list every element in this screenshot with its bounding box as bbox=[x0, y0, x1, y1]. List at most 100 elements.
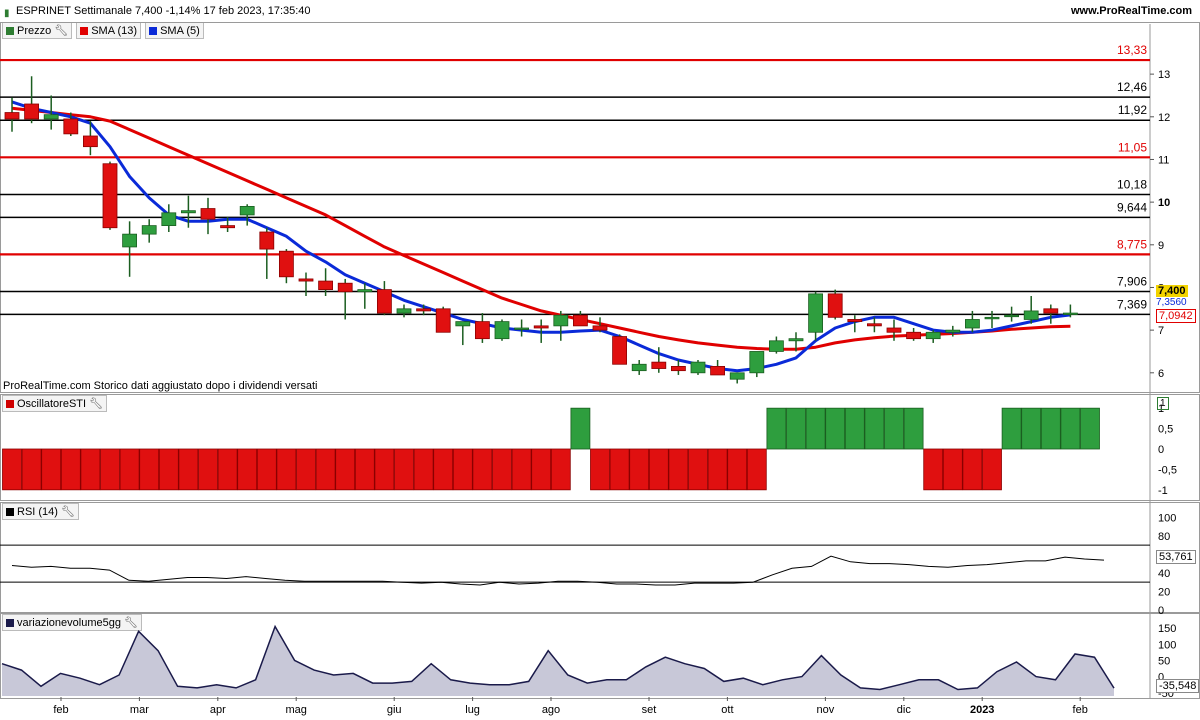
candle-body bbox=[710, 365, 725, 376]
sti-bar bbox=[335, 448, 356, 491]
candle-body bbox=[788, 338, 804, 342]
sti-bar bbox=[492, 448, 512, 491]
sti-bar bbox=[903, 407, 924, 450]
rsi-path bbox=[11, 555, 1105, 586]
sti-bar bbox=[21, 448, 42, 491]
rsi-value-tag: 53,761 bbox=[1156, 550, 1196, 564]
candle-body bbox=[1043, 308, 1059, 314]
x-tick-label: apr bbox=[210, 704, 226, 716]
candle-body bbox=[435, 308, 451, 333]
sti-bar bbox=[237, 448, 258, 491]
candle-body bbox=[749, 351, 765, 374]
candle-body bbox=[122, 233, 137, 248]
sti-bar bbox=[844, 407, 865, 450]
horizontal-levels: 13,33 12,46 11,92 11,05 10,18 9,644 8,775 7,906… bbox=[0, 43, 1150, 316]
level-label: 11,05 bbox=[1118, 140, 1147, 154]
candle-body bbox=[729, 372, 745, 380]
volume-area bbox=[1, 624, 1115, 696]
sti-bar bbox=[1001, 407, 1022, 450]
candle-body bbox=[847, 319, 863, 323]
sti-bar bbox=[982, 448, 1002, 491]
candle-body bbox=[474, 321, 490, 340]
sti-bar bbox=[707, 448, 728, 491]
sti-bar bbox=[296, 448, 316, 491]
candle-body bbox=[906, 331, 921, 340]
sti-bar bbox=[315, 448, 336, 491]
candle-body bbox=[259, 231, 275, 250]
price-tick-label: 11 bbox=[1158, 154, 1169, 166]
volume-tick-label: 150 bbox=[1158, 623, 1176, 635]
sti-bar bbox=[727, 448, 748, 491]
candle-body bbox=[494, 321, 510, 340]
candle-body bbox=[651, 361, 667, 369]
panel-frame bbox=[0, 502, 1200, 613]
sti-bar bbox=[825, 407, 846, 450]
sti-tick-label: 0,5 bbox=[1158, 424, 1173, 436]
time-axis: feb mar apr mag giu lug ago set ott nov dic 2023 feb bbox=[53, 697, 1088, 716]
sti-bar bbox=[256, 448, 277, 491]
rsi-tick-label: 80 bbox=[1158, 531, 1170, 543]
sti-bar bbox=[60, 448, 81, 491]
chart-canvas[interactable]: 13,33 12,46 11,92 11,05 10,18 9,644 8,775 7,906… bbox=[0, 0, 1200, 720]
rsi-tick-label: 100 bbox=[1158, 512, 1176, 524]
price-tick-label: 10 bbox=[1158, 197, 1170, 209]
price-axis: 678910111213 bbox=[1150, 69, 1170, 380]
x-tick-label: set bbox=[642, 704, 657, 716]
candle-body bbox=[925, 331, 941, 340]
candle-body bbox=[318, 280, 334, 291]
candle-body bbox=[886, 327, 902, 333]
candle-body bbox=[161, 212, 177, 227]
candle-body bbox=[63, 118, 79, 135]
candle-body bbox=[200, 208, 216, 220]
x-tick-label: nov bbox=[817, 704, 835, 716]
rsi-tick-label: 0 bbox=[1158, 605, 1164, 617]
sti-bar bbox=[1080, 407, 1100, 450]
sti-bar bbox=[217, 448, 238, 491]
sti-bar bbox=[119, 448, 140, 491]
candle-body bbox=[827, 293, 843, 318]
x-tick-label: mar bbox=[130, 704, 149, 716]
sti-tick-label: -1 bbox=[1158, 485, 1168, 497]
candle-body bbox=[180, 210, 196, 214]
rsi-line bbox=[0, 544, 1150, 586]
sti-bar bbox=[786, 407, 806, 450]
sti-bar bbox=[276, 448, 297, 491]
candle-body bbox=[867, 323, 882, 327]
price-tick-label: 13 bbox=[1158, 69, 1170, 81]
candle-body bbox=[1004, 314, 1019, 318]
rsi-tick-label: 20 bbox=[1158, 586, 1170, 598]
sti-bar bbox=[100, 448, 120, 491]
level-label: 12,46 bbox=[1117, 80, 1147, 94]
sti-bar bbox=[41, 448, 62, 491]
price-tick-label: 6 bbox=[1158, 368, 1164, 380]
candle-body bbox=[455, 321, 471, 327]
sti-bar bbox=[570, 407, 591, 450]
candle-body bbox=[769, 340, 784, 352]
sti-bar bbox=[746, 448, 767, 491]
sti-bar bbox=[609, 448, 630, 491]
x-tick-label: ott bbox=[721, 704, 733, 716]
sti-bars bbox=[2, 407, 1100, 491]
candle-body bbox=[278, 250, 294, 278]
sti-bar bbox=[139, 448, 160, 491]
candle-body bbox=[24, 103, 40, 120]
volume-tick-label: 100 bbox=[1158, 639, 1176, 651]
candle-body bbox=[43, 114, 59, 120]
candle-body bbox=[631, 363, 647, 372]
volume-area-fill bbox=[2, 626, 1114, 696]
sma5-value-tag: 7,3560 bbox=[1156, 297, 1187, 308]
x-tick-label: ago bbox=[542, 704, 560, 716]
sti-bar bbox=[531, 448, 552, 491]
sti-bar bbox=[354, 448, 375, 491]
candle-body bbox=[965, 319, 980, 329]
sti-bar bbox=[2, 448, 22, 491]
sti-bar bbox=[1021, 407, 1042, 450]
level-label: 13,33 bbox=[1117, 43, 1147, 57]
sti-bar bbox=[198, 448, 218, 491]
candle-body bbox=[102, 163, 118, 229]
candle-body bbox=[671, 365, 686, 372]
x-tick-label: mag bbox=[285, 704, 306, 716]
sti-tick-label: -0,5 bbox=[1158, 464, 1177, 476]
candle-body bbox=[533, 325, 549, 329]
candle-body bbox=[984, 316, 1000, 320]
